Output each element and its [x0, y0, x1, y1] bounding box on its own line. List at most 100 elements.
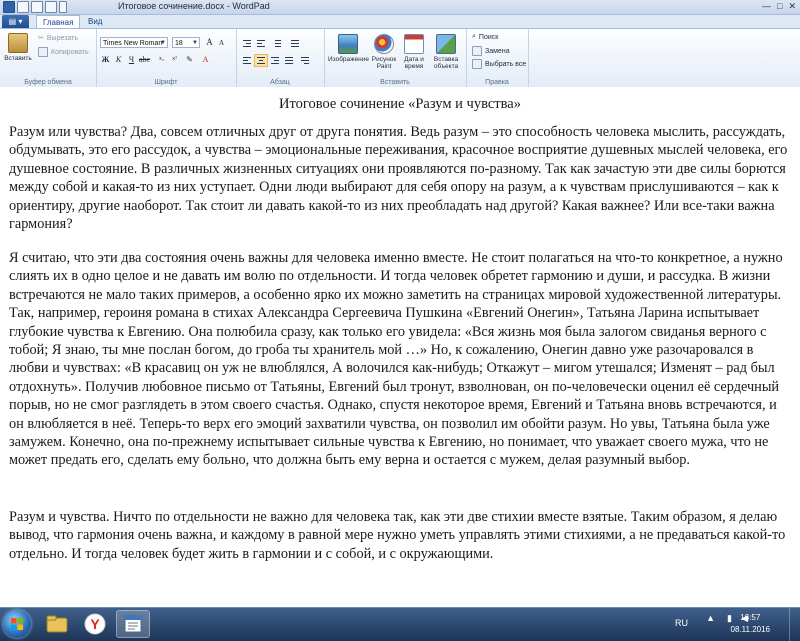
grow-font-button[interactable]: A — [204, 37, 215, 48]
object-label-line2: объекта — [433, 63, 459, 70]
find-label: Поиск — [478, 33, 499, 41]
yandex-browser-icon: Y — [84, 613, 106, 635]
taskbar-explorer[interactable] — [40, 610, 74, 638]
paragraph-settings-button[interactable] — [298, 54, 312, 67]
copy-label: Копировать — [51, 48, 89, 56]
customize-qat-icon[interactable] — [59, 1, 67, 13]
replace-label: Замена — [485, 47, 510, 55]
tray-chevron-icon[interactable]: ▲ — [706, 613, 715, 623]
bold-button[interactable]: Ж — [100, 54, 111, 65]
align-right-button[interactable] — [268, 54, 282, 67]
find-button[interactable]: ⌕ Поиск — [472, 33, 498, 41]
font-family-select[interactable]: Times New Roman ▼ — [100, 37, 168, 48]
select-all-button[interactable]: Выбрать все — [472, 59, 526, 69]
quick-access-toolbar — [3, 1, 67, 13]
clock-time: 16:57 — [740, 613, 761, 622]
chevron-down-icon: ▼ — [192, 40, 198, 46]
ribbon: Вставить ✂ Вырезать Копировать Буфер обм… — [0, 28, 800, 88]
binoculars-icon: ⌕ — [472, 33, 476, 40]
clipboard-group: Вставить ✂ Вырезать Копировать Буфер обм… — [0, 29, 97, 87]
object-icon — [436, 34, 456, 54]
title-bar: Итоговое сочинение.docx - WordPad — □ ✕ — [0, 0, 800, 15]
copy-button[interactable]: Копировать — [38, 47, 89, 57]
document-area[interactable]: Итоговое сочинение «Разум и чувства» Раз… — [0, 87, 800, 607]
save-icon[interactable] — [17, 1, 29, 13]
explorer-icon — [46, 615, 68, 633]
maximize-button[interactable]: □ — [777, 1, 782, 12]
app-menu-icon[interactable] — [3, 1, 15, 13]
align-left-button[interactable] — [240, 54, 254, 67]
paragraph-2: Я считаю, что эти два состояния очень ва… — [9, 250, 783, 469]
insert-image-button[interactable]: Изображение — [328, 34, 369, 63]
calendar-icon — [404, 34, 424, 54]
taskbar-yandex-browser[interactable]: Y — [78, 610, 112, 638]
select-all-icon — [472, 59, 482, 69]
ribbon-tab-row: ▤ ▾ Главная Вид — [0, 15, 800, 29]
image-icon — [338, 34, 358, 54]
editing-group-label: Правка — [485, 79, 509, 86]
insert-group: Изображение Рисунок Paint Дата и время В… — [324, 29, 467, 87]
windows-logo-icon — [11, 618, 23, 630]
editing-group: ⌕ Поиск Замена Выбрать все Правка — [466, 29, 529, 87]
datetime-label-line2: время — [404, 63, 424, 70]
paragraph-group: Абзац — [236, 29, 325, 87]
document-title: Итоговое сочинение «Разум и чувства» — [279, 96, 521, 112]
font-size-select[interactable]: 18 ▼ — [172, 37, 200, 48]
window-controls: — □ ✕ — [762, 1, 796, 12]
taskbar-wordpad[interactable] — [116, 610, 150, 638]
object-label-line1: Вставка — [433, 56, 459, 63]
close-button[interactable]: ✕ — [788, 1, 796, 12]
cut-button[interactable]: ✂ Вырезать — [38, 34, 79, 43]
bullet-list-button[interactable] — [270, 37, 284, 50]
datetime-button[interactable]: Дата и время — [400, 34, 428, 70]
strikethrough-button[interactable]: abc — [139, 54, 150, 65]
replace-button[interactable]: Замена — [472, 46, 510, 56]
tab-view[interactable]: Вид — [82, 15, 108, 28]
wordpad-icon — [124, 615, 142, 633]
cut-label: Вырезать — [46, 34, 79, 42]
paragraph-3: Разум и чувства. Ничто по отдельности не… — [9, 509, 786, 562]
show-desktop-button[interactable] — [789, 608, 800, 641]
clipboard-icon — [8, 33, 28, 53]
insert-object-button[interactable]: Вставка объекта — [430, 34, 462, 70]
font-group: Times New Roman ▼ 18 ▼ A A Ж К Ч abc x₂ … — [96, 29, 237, 87]
taskbar: Y RU ▲ ▮ ◀ 16:57 08.11.2016 — [0, 607, 800, 641]
minimize-button[interactable]: — — [762, 1, 771, 12]
paint-label-line2: Paint — [376, 63, 392, 70]
file-menu-button[interactable]: ▤ ▾ — [2, 15, 29, 28]
select-all-label: Выбрать все — [485, 60, 527, 68]
increase-indent-button[interactable] — [254, 37, 268, 50]
align-center-button[interactable] — [254, 54, 268, 67]
tab-home[interactable]: Главная — [36, 15, 81, 29]
paint-icon — [374, 34, 394, 54]
highlight-icon[interactable]: ✎ — [184, 54, 195, 65]
font-size-value: 18 — [175, 40, 183, 47]
paste-button[interactable]: Вставить — [3, 33, 33, 62]
justify-button[interactable] — [282, 54, 296, 67]
undo-icon[interactable] — [31, 1, 43, 13]
italic-button[interactable]: К — [113, 54, 124, 65]
paste-label: Вставить — [4, 55, 32, 62]
paragraph-1: Разум или чувства? Два, совсем отличных … — [9, 124, 788, 233]
font-color-icon[interactable]: A — [200, 54, 211, 65]
paint-label-line1: Рисунок — [371, 56, 397, 63]
shrink-font-button[interactable]: A — [216, 38, 227, 49]
paint-drawing-button[interactable]: Рисунок Paint — [370, 34, 398, 70]
insert-group-label: Вставить — [380, 79, 410, 86]
font-family-value: Times New Roman — [103, 40, 163, 47]
system-clock[interactable]: 16:57 08.11.2016 — [731, 612, 770, 636]
decrease-indent-button[interactable] — [240, 37, 254, 50]
start-button[interactable] — [3, 610, 31, 638]
replace-icon — [472, 46, 482, 56]
svg-text:Y: Y — [90, 616, 100, 632]
font-group-label: Шрифт — [154, 79, 178, 86]
underline-button[interactable]: Ч — [126, 54, 137, 65]
insert-image-label: Изображение — [328, 56, 369, 63]
language-indicator[interactable]: RU — [675, 618, 688, 628]
superscript-button[interactable]: x² — [169, 54, 180, 65]
redo-icon[interactable] — [45, 1, 57, 13]
subscript-button[interactable]: x₂ — [156, 54, 167, 65]
scissors-icon: ✂ — [38, 35, 44, 42]
paragraph-group-label: Абзац — [270, 79, 290, 86]
line-spacing-button[interactable] — [288, 37, 302, 50]
